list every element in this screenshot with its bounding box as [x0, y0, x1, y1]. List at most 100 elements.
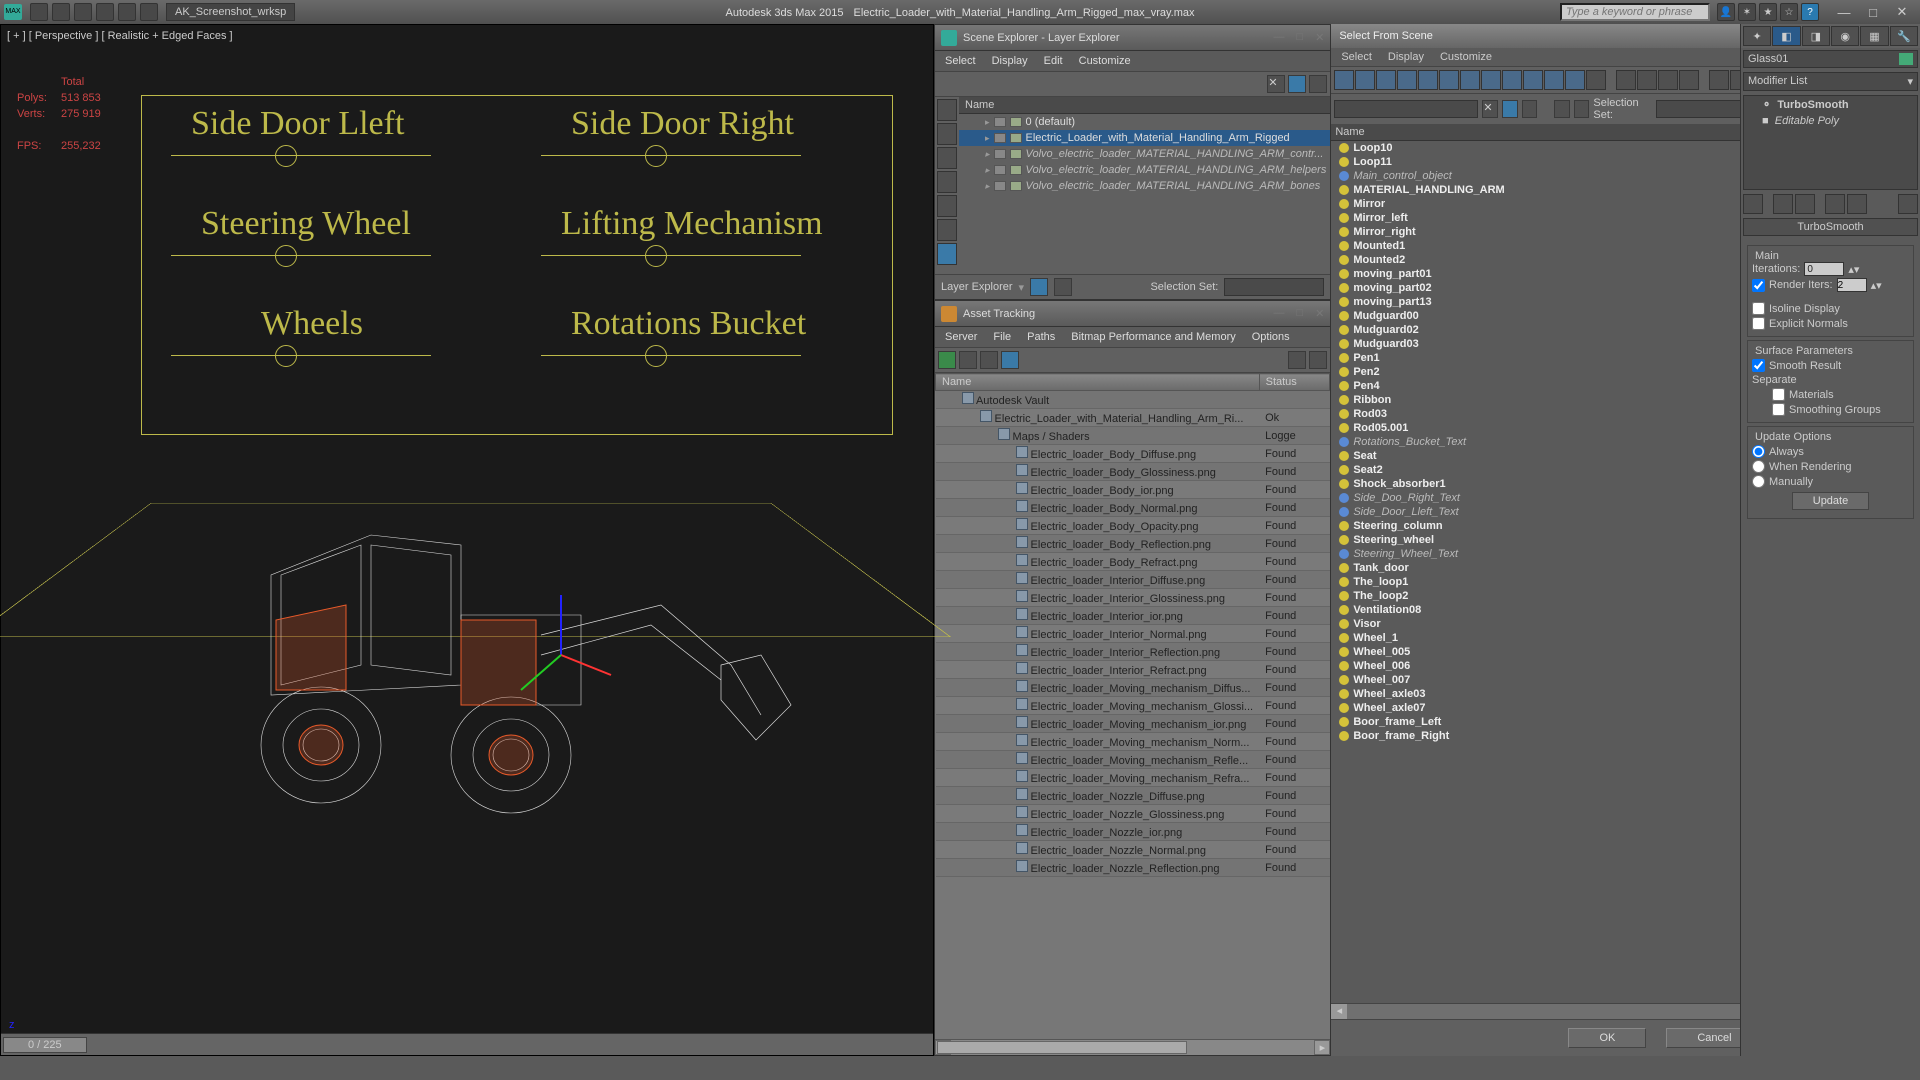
object-row[interactable]: Steering_wheel491: [1331, 533, 1786, 547]
scroll-right-icon[interactable]: ▸: [1314, 1040, 1330, 1055]
object-row[interactable]: Wheel_0053396: [1331, 645, 1786, 659]
minimize-button[interactable]: —: [1830, 3, 1858, 21]
filter-icon[interactable]: [1397, 70, 1417, 90]
object-row[interactable]: Boor_frame_Left105: [1331, 715, 1786, 729]
column-header-name[interactable]: Name: [936, 374, 1260, 391]
filter-toggle-icon[interactable]: [1502, 100, 1518, 118]
motion-tab-icon[interactable]: ◉: [1831, 26, 1859, 46]
modifier-list-dropdown[interactable]: Modifier List▾: [1743, 72, 1918, 91]
asset-row[interactable]: Electric_loader_Interior_Refract.pngFoun…: [936, 661, 1330, 679]
object-row[interactable]: The_loop172: [1331, 575, 1786, 589]
object-row[interactable]: Shock_absorber1370: [1331, 477, 1786, 491]
view-icon[interactable]: [1574, 100, 1590, 118]
layer-filter-icon[interactable]: [1288, 75, 1306, 93]
undo-icon[interactable]: [96, 3, 114, 21]
object-row[interactable]: Wheel_13396: [1331, 631, 1786, 645]
asset-row[interactable]: Electric_loader_Moving_mechanism_Norm...…: [936, 733, 1330, 751]
menu-options[interactable]: Options: [1252, 331, 1290, 343]
object-row[interactable]: Pen1188: [1331, 351, 1786, 365]
layer-row[interactable]: ▸ Electric_Loader_with_Material_Handling…: [959, 130, 1330, 146]
filter-icon[interactable]: [1544, 70, 1564, 90]
minimize-icon[interactable]: —: [1273, 31, 1284, 44]
select-from-scene-list[interactable]: Name ▲ Faces Loop1030Loop1126Main_contro…: [1331, 124, 1786, 1003]
display-icon[interactable]: [1637, 70, 1657, 90]
filter-helper-icon[interactable]: [937, 219, 957, 241]
object-row[interactable]: Mudguard02563: [1331, 323, 1786, 337]
filter-icon[interactable]: [1355, 70, 1375, 90]
object-row[interactable]: Wheel_axle031104: [1331, 687, 1786, 701]
display-icon[interactable]: [1679, 70, 1699, 90]
maximize-icon[interactable]: □: [1296, 307, 1303, 320]
asset-row[interactable]: Electric_loader_Interior_Normal.pngFound: [936, 625, 1330, 643]
iterations-input[interactable]: [1804, 262, 1844, 276]
asset-row[interactable]: Electric_loader_Body_Glossiness.pngFound: [936, 463, 1330, 481]
asset-row[interactable]: Electric_loader_Nozzle_Glossiness.pngFou…: [936, 805, 1330, 823]
toggle-icon[interactable]: [1586, 70, 1606, 90]
object-row[interactable]: Tank_door57: [1331, 561, 1786, 575]
render-iters-checkbox[interactable]: [1752, 279, 1765, 292]
asset-row[interactable]: Electric_loader_Body_Diffuse.pngFound: [936, 445, 1330, 463]
rig-slider[interactable]: [171, 355, 431, 356]
asset-row[interactable]: Electric_loader_Moving_mechanism_ior.png…: [936, 715, 1330, 733]
scene-explorer-list[interactable]: Name ▸ 0 (default)▸ Electric_Loader_with…: [959, 97, 1330, 274]
update-button[interactable]: Update: [1792, 492, 1869, 510]
asset-row[interactable]: Electric_loader_Interior_Diffuse.pngFoun…: [936, 571, 1330, 589]
exchange-icon[interactable]: ✶: [1738, 3, 1756, 21]
lock-icon[interactable]: [1554, 100, 1570, 118]
object-row[interactable]: The_loop272: [1331, 589, 1786, 603]
new-icon[interactable]: [30, 3, 48, 21]
close-icon[interactable]: ✕: [1315, 307, 1324, 320]
asset-row[interactable]: Electric_loader_Moving_mechanism_Refle..…: [936, 751, 1330, 769]
rig-slider[interactable]: [541, 355, 801, 356]
object-row[interactable]: Steering_Wheel_Text: [1331, 547, 1786, 561]
close-icon[interactable]: ✕: [1315, 31, 1324, 44]
workspace-selector[interactable]: AK_Screenshot_wrksp: [166, 3, 295, 21]
asset-row[interactable]: Electric_Loader_with_Material_Handling_A…: [936, 409, 1330, 427]
object-row[interactable]: Mounted1357: [1331, 239, 1786, 253]
time-slider[interactable]: 0 / 225: [1, 1033, 933, 1055]
asset-row[interactable]: Electric_loader_Body_Refract.pngFound: [936, 553, 1330, 571]
hierarchy-tab-icon[interactable]: ◨: [1802, 26, 1830, 46]
object-row[interactable]: Boor_frame_Right48: [1331, 729, 1786, 743]
filter-icon[interactable]: [1439, 70, 1459, 90]
asset-row[interactable]: Electric_loader_Moving_mechanism_Glossi.…: [936, 697, 1330, 715]
object-row[interactable]: Wheel_axle071751: [1331, 701, 1786, 715]
config-icon[interactable]: [1847, 194, 1867, 214]
filter-shape-icon[interactable]: [937, 147, 957, 169]
menu-display[interactable]: Display: [1388, 51, 1424, 63]
display-tab-icon[interactable]: ▦: [1860, 26, 1888, 46]
open-icon[interactable]: [52, 3, 70, 21]
filter-geom-icon[interactable]: [937, 123, 957, 145]
object-row[interactable]: Mudguard00435: [1331, 309, 1786, 323]
isoline-checkbox[interactable]: [1752, 302, 1765, 315]
object-row[interactable]: Mirror_right267: [1331, 225, 1786, 239]
star-icon[interactable]: ★: [1759, 3, 1777, 21]
layer-row[interactable]: ▸ 0 (default): [959, 114, 1330, 130]
horizontal-scrollbar[interactable]: ◂ ▸: [935, 1039, 1330, 1055]
when-rendering-radio[interactable]: [1752, 460, 1765, 473]
filter-icon[interactable]: [1376, 70, 1396, 90]
object-row[interactable]: moving_part01428: [1331, 267, 1786, 281]
always-radio[interactable]: [1752, 445, 1765, 458]
help-icon[interactable]: ?: [1801, 3, 1819, 21]
menu-server[interactable]: Server: [945, 331, 977, 343]
materials-checkbox[interactable]: [1772, 388, 1785, 401]
menu-file[interactable]: File: [993, 331, 1011, 343]
object-row[interactable]: Seat21778: [1331, 463, 1786, 477]
filter-icon[interactable]: [1502, 70, 1522, 90]
rig-slider[interactable]: [541, 155, 801, 156]
clear-icon[interactable]: ✕: [1267, 75, 1285, 93]
asset-tracking-table[interactable]: Name Status Autodesk Vault Electric_Load…: [935, 373, 1330, 1039]
horizontal-scrollbar[interactable]: ◂ ▸: [1331, 1003, 1802, 1019]
object-row[interactable]: Rod034817: [1331, 407, 1786, 421]
object-row[interactable]: moving_part02133: [1331, 281, 1786, 295]
maximize-icon[interactable]: □: [1296, 31, 1303, 44]
unique-icon[interactable]: [1795, 194, 1815, 214]
object-name-input[interactable]: Glass01: [1743, 50, 1918, 68]
select-from-scene-search-input[interactable]: [1334, 100, 1478, 118]
object-row[interactable]: Side_Doo_Right_Text: [1331, 491, 1786, 505]
modifier-stack[interactable]: ⚬ TurboSmooth ■ Editable Poly: [1743, 95, 1918, 190]
object-row[interactable]: Mirror_left267: [1331, 211, 1786, 225]
scroll-thumb[interactable]: [937, 1041, 1187, 1054]
stack-options-icon[interactable]: [1898, 194, 1918, 214]
